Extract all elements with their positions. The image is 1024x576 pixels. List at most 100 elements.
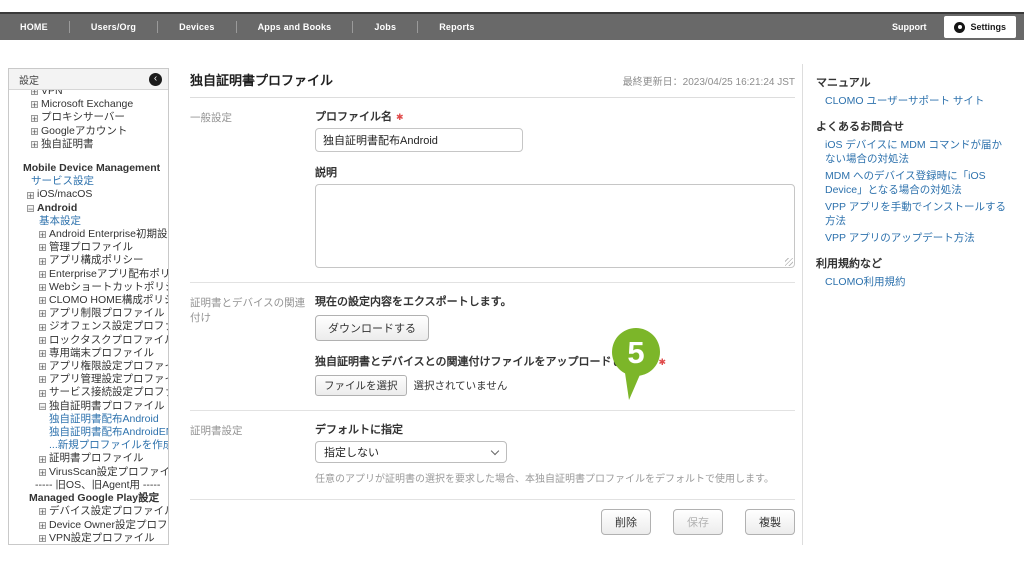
expand-icon[interactable]: + — [39, 456, 46, 463]
tree-link[interactable]: 独自証明書配布AndroidENG — [49, 426, 169, 439]
tree-row: 独自証明書配布AndroidENG — [9, 426, 168, 439]
expand-icon[interactable]: + — [39, 297, 46, 304]
profile-name-label: プロファイル名✱ — [315, 108, 795, 124]
tree-row: −Android — [9, 202, 168, 215]
manual-links: CLOMO ユーザーサポート サイト — [816, 94, 1012, 108]
sidebar-title: 設定 — [19, 72, 39, 87]
tree-row: +管理プロファイル — [9, 241, 168, 254]
tree-link[interactable]: サービス設定 — [31, 175, 94, 188]
step-badge-number: 5 — [627, 335, 644, 370]
nav-item[interactable]: Users/Org — [70, 22, 157, 32]
default-select[interactable]: 指定しない — [315, 441, 507, 463]
tree-item-label[interactable]: アプリ構成ポリシー — [49, 254, 144, 267]
tree-item-label[interactable]: アプリ制限プロファイル — [49, 307, 165, 320]
tree-item-label[interactable]: デバイス設定プロファイル — [49, 505, 169, 518]
expand-icon[interactable]: + — [27, 192, 34, 199]
tree-item-label[interactable]: 独自証明書プロファイル — [49, 400, 165, 413]
tree-item-label[interactable]: Device Owner設定プロファイル — [49, 519, 169, 532]
tree-item-label[interactable]: サービス接続設定プロファイル — [49, 386, 169, 399]
expand-icon[interactable]: + — [39, 258, 46, 265]
nav-item[interactable]: Reports — [418, 22, 495, 32]
tree-item-label[interactable]: Googleアカウント — [41, 125, 127, 138]
expand-icon[interactable]: + — [39, 508, 46, 515]
expand-icon[interactable]: + — [39, 535, 46, 542]
help-link[interactable]: VPP アプリを手動でインストールする方法 — [825, 200, 1012, 228]
tree-link[interactable]: 基本設定 — [39, 215, 81, 228]
tree-item-label[interactable]: Enterpriseアプリ配布ポリシー — [49, 268, 169, 281]
tree-item-label[interactable]: Android — [37, 202, 77, 215]
nav-tab-settings[interactable]: Settings — [944, 16, 1016, 38]
expand-icon[interactable]: + — [39, 376, 46, 383]
tree-item-label[interactable]: VirusScan設定プロファイル — [49, 466, 169, 479]
expand-icon[interactable]: + — [31, 115, 38, 122]
expand-icon[interactable]: + — [39, 284, 46, 291]
expand-icon[interactable]: + — [39, 231, 46, 238]
expand-icon[interactable]: + — [39, 337, 46, 344]
tree-item-label[interactable]: Microsoft Exchange — [41, 98, 133, 111]
nav-item-support[interactable]: Support — [874, 22, 945, 32]
tree-link[interactable]: 独自証明書配布Android — [49, 413, 159, 426]
expand-icon[interactable]: + — [31, 101, 38, 108]
tree-row: +独自証明書 — [9, 138, 168, 151]
tree-item-label[interactable]: 証明書プロファイル — [49, 452, 144, 465]
terms-links: CLOMO利用規約 — [816, 275, 1012, 289]
nav-item[interactable]: Apps and Books — [237, 22, 353, 32]
tree-item-label[interactable]: Android Enterprise初期設定... — [49, 228, 169, 241]
tree-item-label[interactable]: ジオフェンス設定プロファイル — [49, 320, 169, 333]
save-button[interactable]: 保存 — [673, 509, 723, 535]
tree-row: +サービス接続設定プロファイル — [9, 386, 168, 399]
duplicate-button[interactable]: 複製 — [745, 509, 795, 535]
tree-text: Managed Google Play設定 — [29, 492, 159, 505]
expand-icon[interactable]: + — [39, 363, 46, 370]
collapse-icon[interactable]: − — [39, 403, 46, 410]
resize-grip-icon[interactable] — [785, 258, 793, 266]
tree-item-label[interactable]: 独自証明書 — [41, 138, 94, 151]
expand-icon[interactable]: + — [39, 271, 46, 278]
expand-icon[interactable]: + — [39, 310, 46, 317]
file-select-button[interactable]: ファイルを選択 — [315, 375, 407, 396]
tree-row: +プロキシサーバー — [9, 111, 168, 124]
section-general-fields: プロファイル名✱ 説明 — [315, 108, 795, 268]
help-link[interactable]: CLOMO ユーザーサポート サイト — [825, 94, 1012, 108]
tree-item-label[interactable]: アプリ管理設定プロファイル — [49, 373, 169, 386]
profile-name-input[interactable] — [315, 128, 523, 152]
default-help-text: 任意のアプリが証明書の選択を要求した場合、本独自証明書プロファイルをデフォルトで… — [315, 470, 795, 485]
tree-item-label[interactable]: iOS/macOS — [37, 188, 92, 201]
section-cert-label: 証明書設定 — [190, 421, 315, 485]
tree-item-label[interactable]: 専用端末プロファイル — [49, 347, 154, 360]
delete-button[interactable]: 削除 — [601, 509, 651, 535]
expand-icon[interactable]: + — [31, 128, 38, 135]
expand-icon[interactable]: + — [31, 141, 38, 148]
tree-item-label[interactable]: VPN設定プロファイル — [49, 532, 155, 545]
help-link[interactable]: VPP アプリのアップデート方法 — [825, 231, 1012, 245]
tree-row: サービス設定 — [9, 175, 168, 188]
expand-icon[interactable]: + — [39, 390, 46, 397]
sidebar-collapse-icon[interactable]: ‹ — [149, 73, 162, 86]
download-button[interactable]: ダウンロードする — [315, 315, 429, 341]
expand-icon[interactable]: + — [39, 244, 46, 251]
nav-item[interactable]: Jobs — [353, 22, 417, 32]
tree-item-label[interactable]: Webショートカットポリシー — [49, 281, 169, 294]
tree-item-label[interactable]: アプリ権限設定プロファイル — [49, 360, 169, 373]
tree-row: +CLOMO HOME構成ポリシー — [9, 294, 168, 307]
tree-item-label[interactable]: 管理プロファイル — [49, 241, 133, 254]
tree-gap — [9, 151, 168, 162]
help-link[interactable]: CLOMO利用規約 — [825, 275, 1012, 289]
tree-item-label[interactable]: ロックタスクプロファイル — [49, 334, 169, 347]
step-badge-5: 5 — [610, 328, 662, 402]
expand-icon[interactable]: + — [39, 350, 46, 357]
nav-item[interactable]: HOME — [0, 22, 69, 32]
tree-row: +VPN設定プロファイル — [9, 532, 168, 545]
help-link[interactable]: MDM へのデバイス登録時に「iOS Device」となる場合の対処法 — [825, 169, 1012, 197]
collapse-icon[interactable]: − — [27, 205, 34, 212]
help-link[interactable]: iOS デバイスに MDM コマンドが届かない場合の対処法 — [825, 138, 1012, 166]
nav-item[interactable]: Devices — [158, 22, 235, 32]
tree-item-label[interactable]: プロキシサーバー — [41, 111, 125, 124]
description-textarea[interactable] — [315, 184, 795, 268]
expand-icon[interactable]: + — [39, 522, 46, 529]
tree-item-label[interactable]: CLOMO HOME構成ポリシー — [49, 294, 169, 307]
expand-icon[interactable]: + — [39, 469, 46, 476]
tree-link[interactable]: ...新規プロファイルを作成 — [49, 439, 169, 452]
expand-icon[interactable]: + — [39, 324, 46, 331]
upload-text: 独自証明書とデバイスとの関連付けファイルをアップロードします。✱ — [315, 353, 795, 369]
